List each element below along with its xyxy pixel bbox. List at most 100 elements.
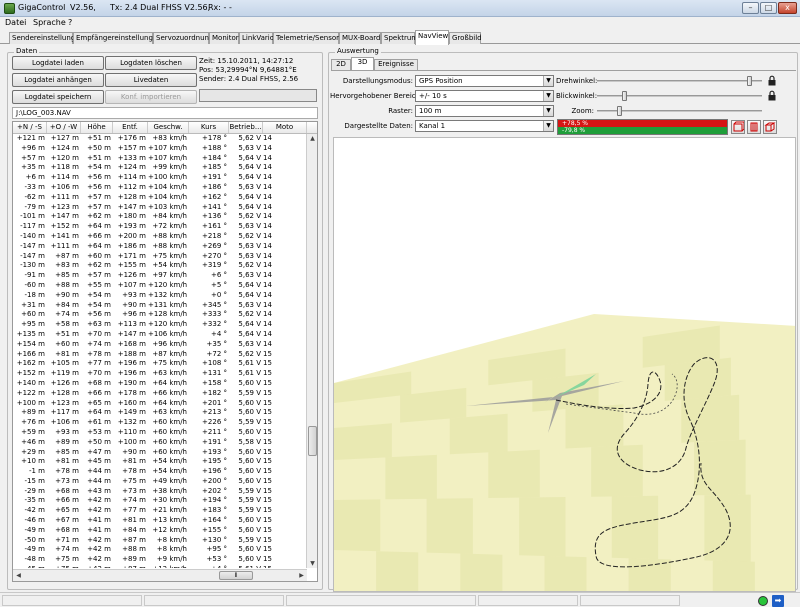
table-horizontal-scrollbar[interactable]: ◀ ⦀ ▶ bbox=[13, 569, 307, 581]
blickwinkel-slider[interactable] bbox=[597, 90, 762, 102]
lock-icon[interactable] bbox=[767, 90, 777, 101]
scroll-up-icon[interactable]: ▲ bbox=[308, 134, 317, 143]
table-row[interactable]: -50 m +71 m +42 m +87 m +8 km/h +130 ° 5,59 V1… bbox=[13, 536, 307, 546]
daten-select[interactable]: Kanal 1 ▼ bbox=[415, 120, 554, 132]
table-row[interactable]: +140 m +126 m +68 m +190 m +64 km/h +158 ° 5,6… bbox=[13, 379, 307, 389]
column-header[interactable]: Betrieb... bbox=[229, 122, 263, 133]
konf-importieren-button[interactable]: Konf. importieren bbox=[105, 90, 197, 104]
view-tab-2d[interactable]: 2D bbox=[331, 59, 351, 70]
table-row[interactable]: +60 m +74 m +56 m +96 m +128 km/h +333 ° 5,62 … bbox=[13, 310, 307, 320]
logdaten-loeschen-button[interactable]: Logdaten löschen bbox=[105, 56, 197, 70]
table-row[interactable]: -18 m +90 m +54 m +93 m +132 km/h +0 ° 5,64 V1… bbox=[13, 291, 307, 301]
zoom-slider[interactable] bbox=[597, 105, 762, 117]
tab-grossbild[interactable]: Großbild bbox=[449, 32, 482, 44]
scroll-right-icon[interactable]: ▶ bbox=[297, 571, 306, 580]
table-row[interactable]: +122 m +128 m +66 m +178 m +66 km/h +182 ° 5,5… bbox=[13, 389, 307, 399]
menu-sprache[interactable]: Sprache bbox=[33, 18, 66, 27]
tab-servozuordnung[interactable]: Servozuordnung bbox=[153, 32, 213, 44]
menu-datei[interactable]: Datei bbox=[5, 18, 26, 27]
table-row[interactable]: +10 m +81 m +45 m +81 m +54 km/h +195 ° 5,60 V… bbox=[13, 457, 307, 467]
column-header[interactable]: +O / -W bbox=[47, 122, 81, 133]
table-row[interactable]: -147 m +111 m +64 m +186 m +88 km/h +269 ° 5,6… bbox=[13, 242, 307, 252]
chevron-down-icon[interactable]: ▼ bbox=[543, 106, 553, 116]
table-row[interactable]: -48 m +75 m +42 m +89 m +9 km/h +53 ° 5,60 V 15 bbox=[13, 555, 307, 565]
table-row[interactable]: +100 m +123 m +65 m +160 m +64 km/h +201 ° 5,6… bbox=[13, 399, 307, 409]
column-header[interactable]: Höhe bbox=[81, 122, 113, 133]
tab-sendereinstellungen[interactable]: Sendereinstellungen bbox=[9, 32, 84, 44]
chevron-down-icon[interactable]: ▼ bbox=[543, 76, 553, 86]
table-row[interactable]: +162 m +105 m +77 m +196 m +75 km/h +108 ° 5,6… bbox=[13, 359, 307, 369]
logdatei-laden-button[interactable]: Logdatei laden bbox=[12, 56, 104, 70]
maximize-button[interactable]: □ bbox=[760, 2, 777, 14]
column-header[interactable]: Moto bbox=[263, 122, 307, 133]
bereich-select[interactable]: +/- 10 s ▼ bbox=[415, 90, 554, 102]
tab-spektrum[interactable]: Spektrum bbox=[381, 32, 418, 44]
view-tab-3d[interactable]: 3D bbox=[351, 57, 374, 70]
view-side-button[interactable] bbox=[747, 120, 761, 134]
table-vertical-scrollbar[interactable]: ▲ ▼ bbox=[306, 134, 317, 568]
column-header[interactable]: Geschw. bbox=[148, 122, 189, 133]
table-row[interactable]: +6 m +114 m +56 m +114 m +100 km/h +191 ° 5,64… bbox=[13, 173, 307, 183]
table-row[interactable]: +35 m +118 m +54 m +124 m +99 km/h +185 ° 5,64… bbox=[13, 163, 307, 173]
table-row[interactable]: -35 m +66 m +42 m +74 m +30 km/h +194 ° 5,59 V… bbox=[13, 496, 307, 506]
column-header[interactable]: Kurs bbox=[189, 122, 229, 133]
close-button[interactable]: x bbox=[778, 2, 797, 14]
view-front-button[interactable] bbox=[731, 120, 745, 134]
table-row[interactable]: +31 m +84 m +54 m +90 m +131 km/h +345 ° 5,63 … bbox=[13, 301, 307, 311]
column-header[interactable]: Entf. bbox=[113, 122, 148, 133]
table-row[interactable]: +95 m +58 m +63 m +113 m +120 km/h +332 ° 5,64… bbox=[13, 320, 307, 330]
table-row[interactable]: +135 m +51 m +70 m +147 m +106 km/h +4 ° 5,64 … bbox=[13, 330, 307, 340]
lock-icon[interactable] bbox=[767, 75, 777, 86]
scroll-left-icon[interactable]: ◀ bbox=[14, 571, 23, 580]
table-row[interactable]: -42 m +65 m +42 m +77 m +21 km/h +183 ° 5,59 V… bbox=[13, 506, 307, 516]
table-row[interactable]: -49 m +68 m +41 m +84 m +12 km/h +155 ° 5,60 V… bbox=[13, 526, 307, 536]
zoom-knob[interactable] bbox=[617, 106, 622, 116]
chevron-down-icon[interactable]: ▼ bbox=[543, 91, 553, 101]
livedaten-button[interactable]: Livedaten bbox=[105, 73, 197, 87]
table-row[interactable]: +121 m +127 m +51 m +176 m +83 km/h +178 ° 5,6… bbox=[13, 134, 307, 144]
3d-view[interactable] bbox=[333, 137, 796, 592]
table-row[interactable]: +46 m +89 m +50 m +100 m +60 km/h +191 ° 5,58 … bbox=[13, 438, 307, 448]
table-row[interactable]: -1 m +78 m +44 m +78 m +54 km/h +196 ° 5,60 V1… bbox=[13, 467, 307, 477]
darstellungsmodus-select[interactable]: GPS Position ▼ bbox=[415, 75, 554, 87]
table-row[interactable]: -147 m +87 m +60 m +171 m +75 km/h +270 ° 5,63… bbox=[13, 252, 307, 262]
tab-empfaengereinstellungen[interactable]: Empfängereinstellungen bbox=[73, 32, 162, 44]
view-tab-ereignisse[interactable]: Ereignisse bbox=[374, 59, 418, 70]
table-row[interactable]: +29 m +85 m +47 m +90 m +60 km/h +193 ° 5,60 V… bbox=[13, 448, 307, 458]
logdatei-speichern-button[interactable]: Logdatei speichern bbox=[12, 90, 104, 104]
drehwinkel-knob[interactable] bbox=[747, 76, 752, 86]
table-row[interactable]: -117 m +152 m +64 m +193 m +72 km/h +161 ° 5,6… bbox=[13, 222, 307, 232]
table-row[interactable]: -29 m +68 m +43 m +73 m +38 km/h +202 ° 5,59 V… bbox=[13, 487, 307, 497]
table-row[interactable]: +59 m +93 m +53 m +110 m +60 km/h +211 ° 5,60 … bbox=[13, 428, 307, 438]
logdatei-anhaengen-button[interactable]: Logdatei anhängen bbox=[12, 73, 104, 87]
arrow-right-icon[interactable]: ➡ bbox=[772, 595, 784, 607]
table-row[interactable]: -49 m +74 m +42 m +88 m +8 km/h +95 ° 5,60 V 15 bbox=[13, 545, 307, 555]
scroll-down-icon[interactable]: ▼ bbox=[308, 559, 317, 568]
table-row[interactable]: -45 m+75 m+42 m+87 m+12 km/h+4 °5,61 V15 bbox=[13, 565, 307, 568]
tab-mux-board[interactable]: MUX-Board bbox=[339, 32, 381, 44]
table-row[interactable]: +152 m +119 m +70 m +196 m +63 km/h +131 ° 5,6… bbox=[13, 369, 307, 379]
chevron-down-icon[interactable]: ▼ bbox=[543, 121, 553, 131]
table-row[interactable]: -46 m +67 m +41 m +81 m +13 km/h +164 ° 5,60 V… bbox=[13, 516, 307, 526]
table-row[interactable]: +76 m +106 m +61 m +132 m +60 km/h +226 ° 5,59… bbox=[13, 418, 307, 428]
3d-scene[interactable] bbox=[334, 138, 796, 592]
drehwinkel-slider[interactable] bbox=[597, 75, 762, 87]
table-row[interactable]: -130 m +83 m +62 m +155 m +54 km/h +319 ° 5,62… bbox=[13, 261, 307, 271]
tab-linkvario[interactable]: LinkVario bbox=[239, 32, 274, 44]
table-row[interactable]: -101 m +147 m +62 m +180 m +84 km/h +136 ° 5,6… bbox=[13, 212, 307, 222]
minimize-button[interactable]: – bbox=[742, 2, 759, 14]
table-row[interactable]: -62 m +111 m +57 m +128 m +104 km/h +162 ° 5,6… bbox=[13, 193, 307, 203]
table-row[interactable]: -60 m +88 m +55 m +107 m +120 km/h +5 ° 5,64 V… bbox=[13, 281, 307, 291]
vertical-scroll-thumb[interactable] bbox=[308, 426, 317, 456]
table-row[interactable]: -33 m +106 m +56 m +112 m +104 km/h +186 ° 5,6… bbox=[13, 183, 307, 193]
table-row[interactable]: +166 m +81 m +78 m +188 m +87 km/h +72 ° 5,62 … bbox=[13, 350, 307, 360]
table-row[interactable]: -79 m +123 m +57 m +147 m +103 km/h +141 ° 5,6… bbox=[13, 203, 307, 213]
table-row[interactable]: -140 m +141 m +66 m +200 m +88 km/h +218 ° 5,6… bbox=[13, 232, 307, 242]
table-row[interactable]: +154 m +60 m +74 m +168 m +96 km/h +35 ° 5,63 … bbox=[13, 340, 307, 350]
table-row[interactable]: +89 m +117 m +64 m +149 m +63 km/h +213 ° 5,60… bbox=[13, 408, 307, 418]
column-header[interactable]: +N / -S bbox=[13, 122, 47, 133]
table-row[interactable]: -91 m +85 m +57 m +126 m +97 km/h +6 ° 5,63 V1… bbox=[13, 271, 307, 281]
horizontal-scroll-thumb[interactable]: ⦀ bbox=[219, 571, 253, 580]
tab-navview[interactable]: NavView bbox=[415, 30, 449, 45]
menu-help[interactable]: ? bbox=[68, 18, 72, 27]
